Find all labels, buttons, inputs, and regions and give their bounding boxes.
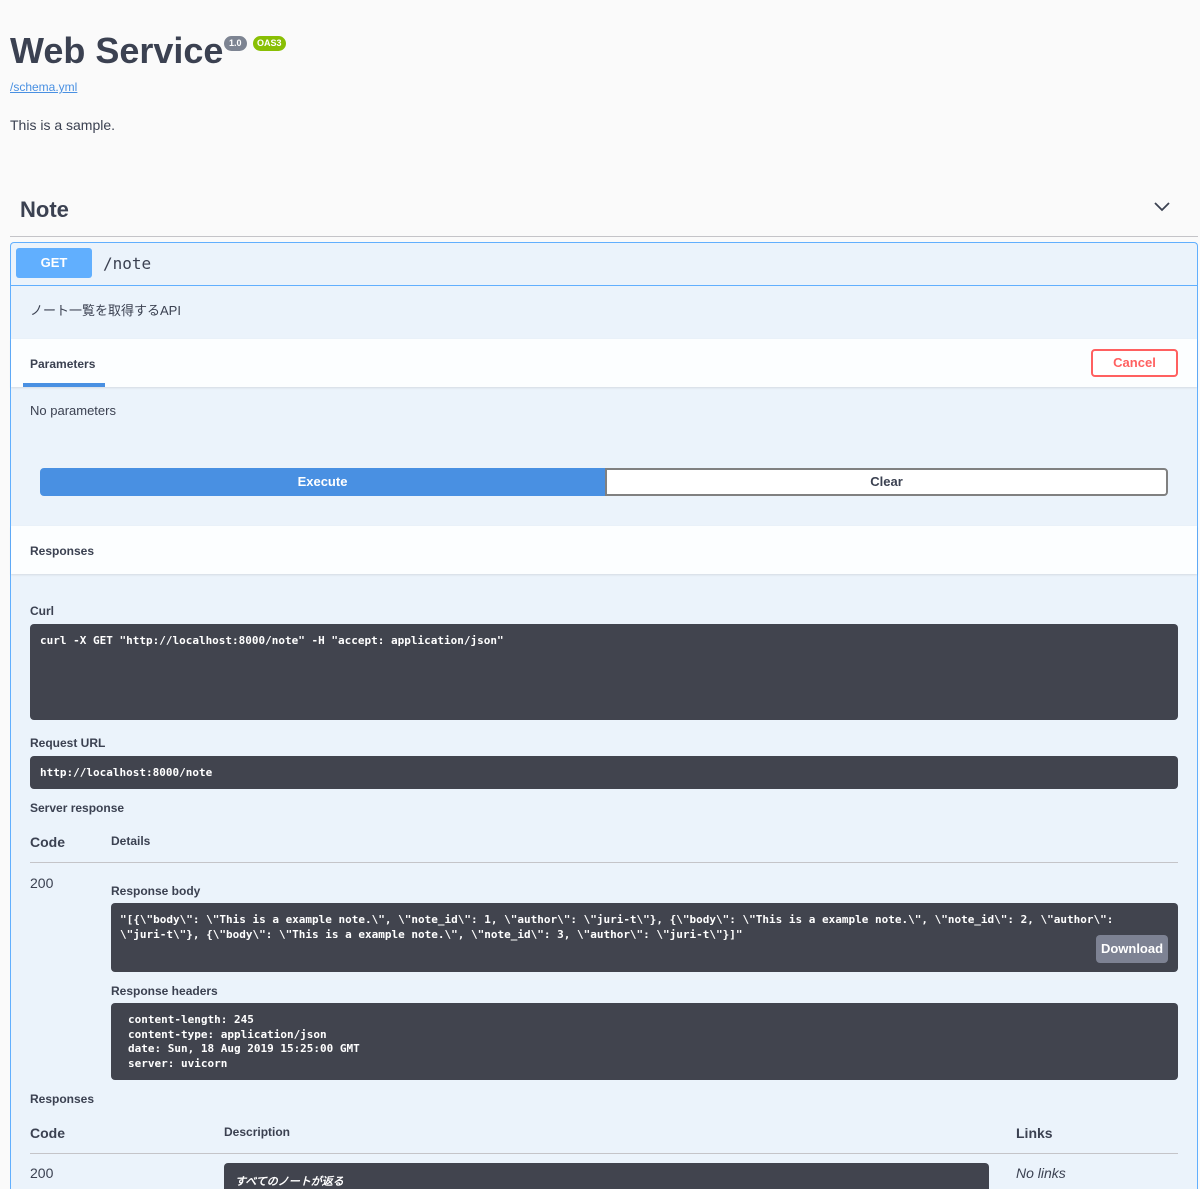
curl-label: Curl [30,604,54,618]
tab-parameters[interactable]: Parameters [30,357,95,371]
tag-divider [10,236,1198,237]
details-column-header: Details [111,834,151,848]
responses-section-header [11,526,1197,574]
api-description: This is a sample. [10,117,116,133]
execute-button[interactable]: Execute [40,468,605,496]
tag-title[interactable]: Note [20,197,69,223]
response-header-line: server: uvicorn [128,1056,228,1070]
download-button[interactable]: Download [1096,935,1168,963]
request-url-value: http://localhost:8000/note [40,766,213,779]
oas-badge: OAS3 [253,36,286,51]
cancel-button[interactable]: Cancel [1091,349,1178,377]
response-body-label: Response body [111,884,201,898]
doc-response-code: 200 [30,1165,54,1181]
code-column-header: Code [30,834,65,850]
curl-code-block[interactable]: curl -X GET "http://localhost:8000/note"… [30,624,1178,720]
response-headers-block[interactable]: content-length: 245 content-type: applic… [111,1003,1178,1080]
doc-code-header: Code [30,1125,65,1141]
response-body-line: \"juri-t\"}, {\"body\": \"This is a exam… [120,927,743,941]
request-url-block[interactable]: http://localhost:8000/note [30,756,1178,789]
table-divider [30,862,1178,863]
api-title: Web Service [10,30,224,71]
response-body-block[interactable]: "[{\"body\": \"This is a example note.\"… [111,903,1178,972]
no-parameters-text: No parameters [30,403,116,418]
doc-responses-label: Responses [30,1092,95,1106]
response-header-line: content-length: 245 [128,1013,254,1026]
doc-response-description: すべてのノートが返る [235,1175,344,1188]
tab-active-indicator [23,383,105,387]
operation-description: ノート一覧を取得するAPI [30,303,181,318]
method-badge: GET [16,248,92,278]
doc-table-divider [30,1153,1178,1154]
doc-description-header: Description [224,1125,291,1139]
request-url-label: Request URL [30,736,106,750]
doc-response-description-block: すべてのノートが返る [224,1163,989,1189]
response-header-line: date: Sun, 18 Aug 2019 15:25:00 GMT [128,1042,360,1055]
version-badge: 1.0 [224,36,247,51]
server-response-label: Server response [30,801,125,815]
responses-heading: Responses [30,544,95,558]
doc-response-links: No links [1016,1165,1066,1181]
response-code: 200 [30,875,54,891]
parameters-section-header [11,339,1197,387]
clear-button[interactable]: Clear [605,468,1168,496]
curl-command: curl -X GET "http://localhost:8000/note"… [40,634,504,647]
operation-path: /note [103,254,152,273]
response-body-line: "[{\"body\": \"This is a example note.\"… [120,913,1114,926]
operation-summary[interactable] [10,242,1198,286]
response-header-line: content-type: application/json [128,1027,327,1041]
schema-link[interactable]: /schema.yml [10,80,77,94]
response-headers-label: Response headers [111,984,218,998]
doc-links-header: Links [1016,1125,1053,1141]
chevron-down-icon[interactable] [1152,197,1172,217]
